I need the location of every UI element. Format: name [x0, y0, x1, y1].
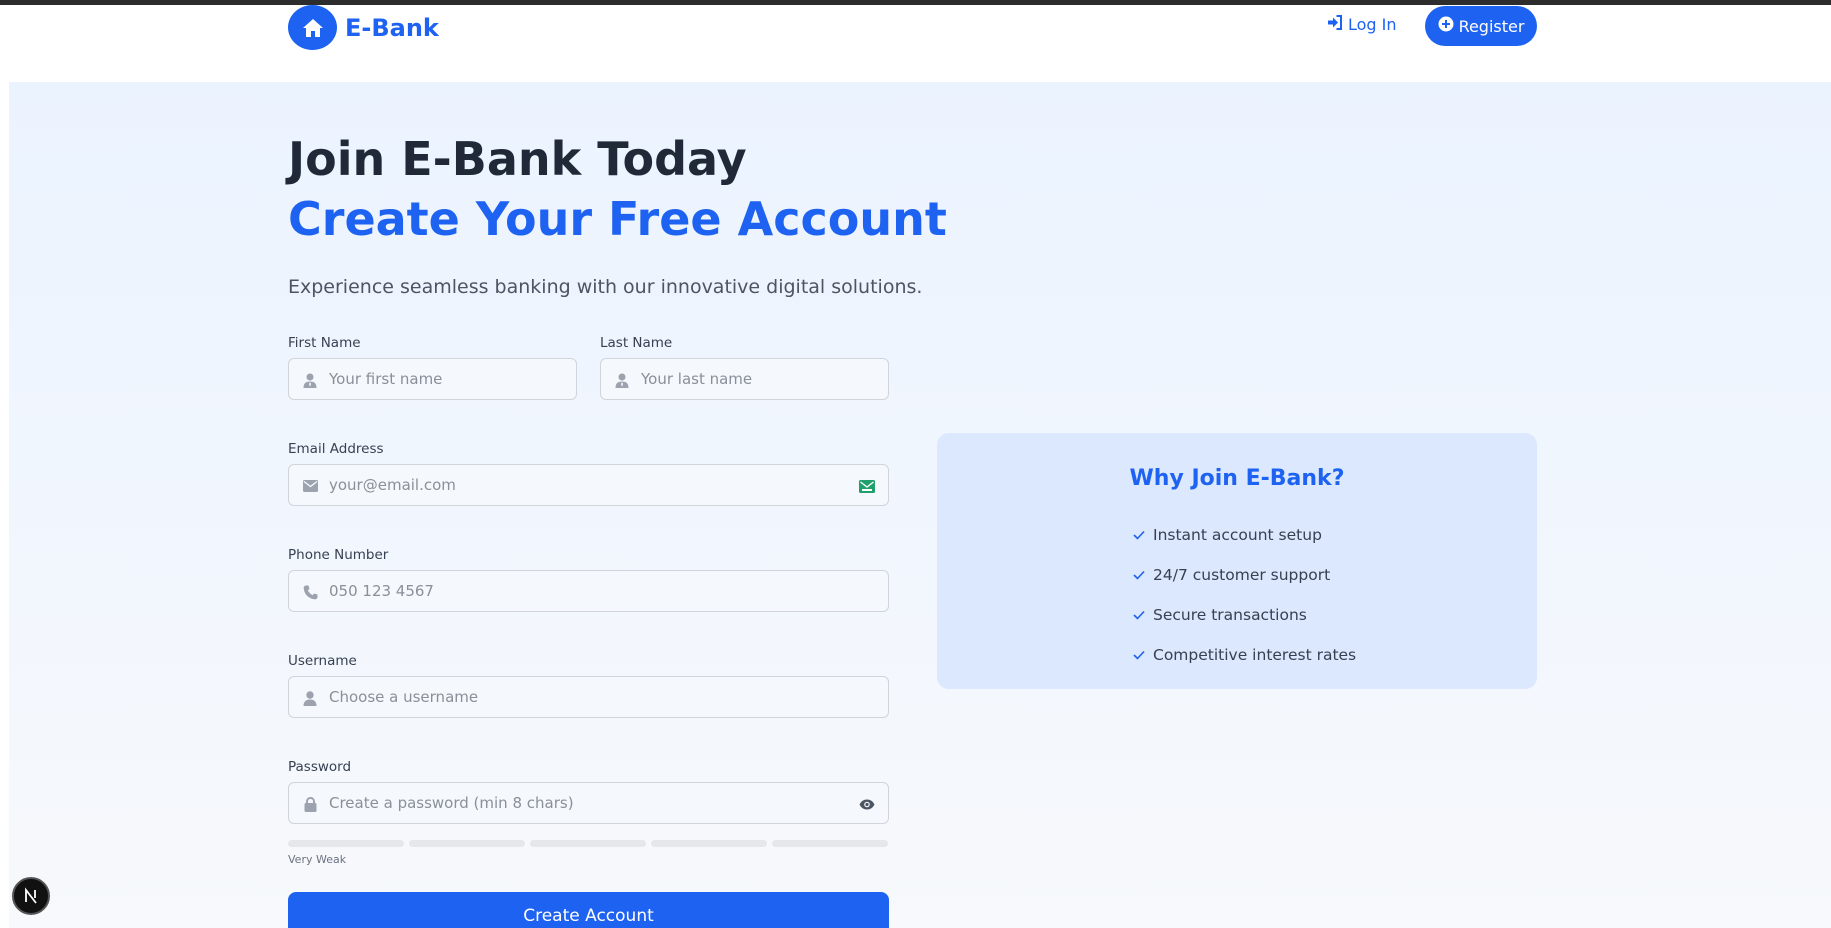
- password-field: Password: [288, 759, 889, 824]
- eye-icon[interactable]: [858, 795, 876, 813]
- phone-icon: [301, 583, 319, 601]
- list-item: Secure transactions: [1133, 595, 1356, 635]
- username-input-wrap: [288, 676, 889, 718]
- last-name-input[interactable]: [601, 359, 888, 399]
- navbar: E-Bank Log In Register: [0, 5, 1831, 67]
- username-field: Username: [288, 653, 889, 718]
- list-item: 24/7 customer support: [1133, 555, 1356, 595]
- phone-input[interactable]: [289, 571, 888, 611]
- why-join-title: Why Join E-Bank?: [1129, 466, 1345, 491]
- strength-segment: [288, 840, 404, 847]
- home-icon: [288, 5, 337, 50]
- create-account-button[interactable]: Create Account: [288, 892, 889, 928]
- hero-description: Experience seamless banking with our inn…: [288, 276, 923, 298]
- strength-segment: [651, 840, 767, 847]
- why-join-list: Instant account setup 24/7 customer supp…: [1133, 515, 1356, 675]
- user-tie-icon: [301, 371, 319, 389]
- list-item: Competitive interest rates: [1133, 635, 1356, 675]
- check-icon: [1133, 606, 1145, 624]
- register-button[interactable]: Register: [1425, 6, 1537, 46]
- strength-segment: [530, 840, 646, 847]
- nextjs-icon[interactable]: [12, 877, 50, 915]
- last-name-field: Last Name: [600, 335, 889, 400]
- last-name-input-wrap: [600, 358, 889, 400]
- first-name-input[interactable]: [289, 359, 576, 399]
- brand-link[interactable]: E-Bank: [288, 5, 439, 50]
- password-strength-label: Very Weak: [288, 853, 347, 866]
- email-input-wrap: [288, 464, 889, 506]
- check-icon: [1133, 566, 1145, 584]
- phone-field: Phone Number: [288, 547, 889, 612]
- password-label: Password: [288, 759, 352, 775]
- phone-label: Phone Number: [288, 547, 389, 563]
- user-tie-icon: [613, 371, 631, 389]
- check-icon: [1133, 526, 1145, 544]
- strength-segment: [409, 840, 525, 847]
- envelope-icon: [301, 477, 319, 495]
- list-item-label: Instant account setup: [1153, 526, 1322, 544]
- email-input[interactable]: [289, 465, 888, 505]
- brand-name: E-Bank: [345, 13, 439, 42]
- login-label: Log In: [1348, 15, 1397, 34]
- page-subtitle-heading: Create Your Free Account: [288, 192, 947, 246]
- list-item-label: Competitive interest rates: [1153, 646, 1357, 664]
- check-icon: [1133, 646, 1145, 664]
- phone-input-wrap: [288, 570, 889, 612]
- last-name-label: Last Name: [600, 335, 673, 351]
- first-name-input-wrap: [288, 358, 577, 400]
- strength-segment: [772, 840, 888, 847]
- email-field: Email Address: [288, 441, 889, 506]
- user-icon: [301, 689, 319, 707]
- login-link[interactable]: Log In: [1327, 15, 1397, 34]
- password-strength-meter: [288, 840, 888, 847]
- list-item-label: 24/7 customer support: [1153, 566, 1331, 584]
- page-title: Join E-Bank Today: [288, 132, 747, 186]
- username-input[interactable]: [289, 677, 888, 717]
- email-label: Email Address: [288, 441, 384, 457]
- lock-icon: [301, 795, 319, 813]
- first-name-label: First Name: [288, 335, 361, 351]
- password-input-wrap: [288, 782, 889, 824]
- sign-in-icon: [1327, 15, 1343, 34]
- username-label: Username: [288, 653, 357, 669]
- list-item: Instant account setup: [1133, 515, 1356, 555]
- plus-circle-icon: [1438, 16, 1454, 36]
- email-check-icon: [858, 477, 876, 495]
- list-item-label: Secure transactions: [1153, 606, 1307, 624]
- why-join-card: Why Join E-Bank? Instant account setup 2…: [937, 433, 1537, 689]
- first-name-field: First Name: [288, 335, 577, 400]
- register-label: Register: [1458, 16, 1525, 36]
- password-input[interactable]: [289, 783, 888, 823]
